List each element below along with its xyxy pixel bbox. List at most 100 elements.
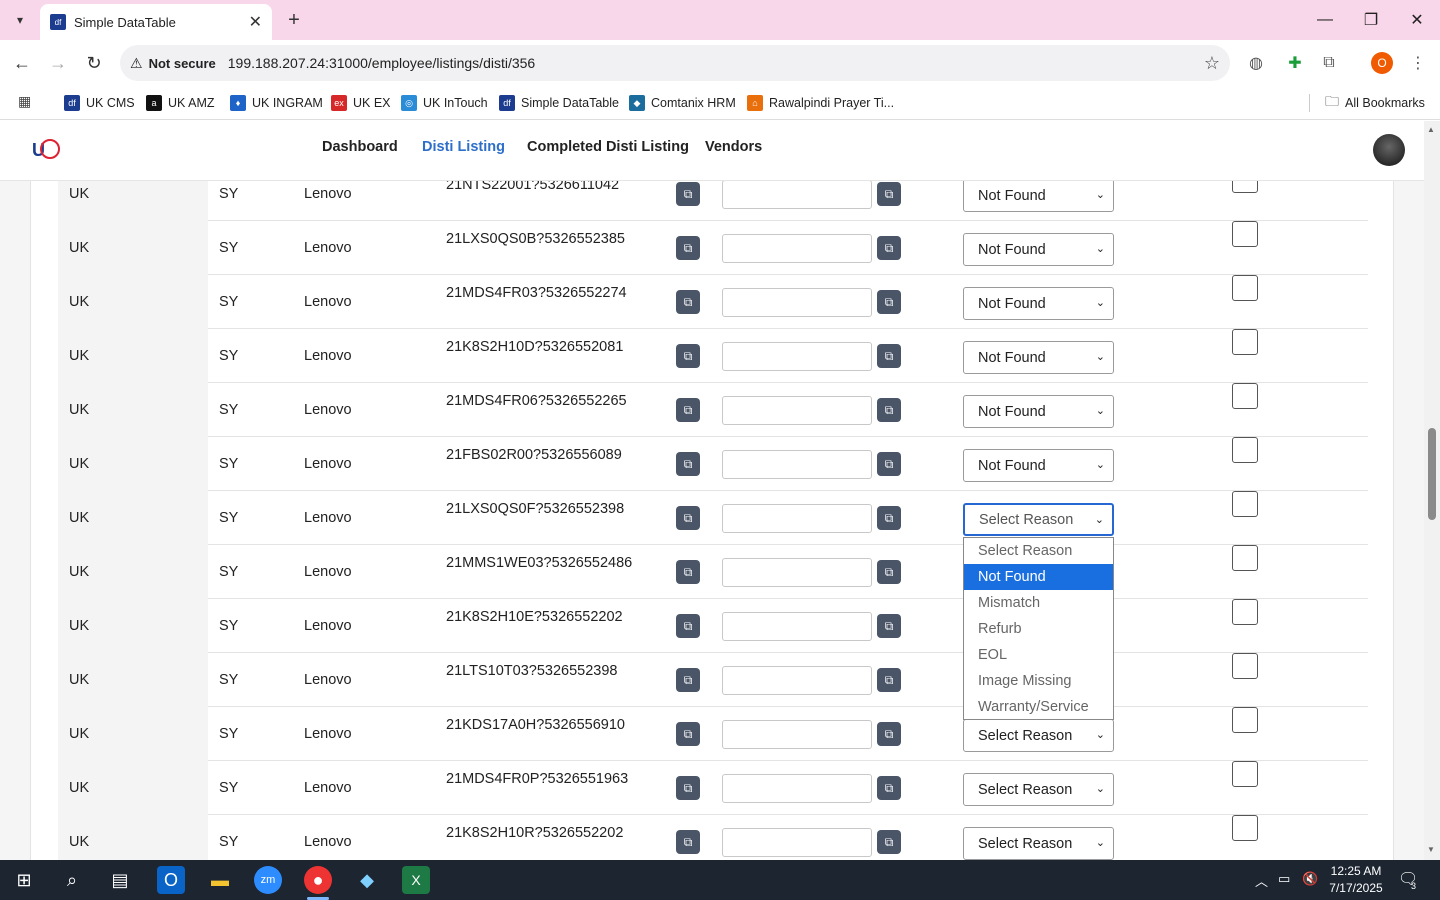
bookmark-uk-intouch[interactable]: ◎ UK InTouch [401,92,488,114]
value-input[interactable] [722,181,872,209]
reason-select[interactable]: Select Reason ⌄ [963,773,1114,806]
extension-plus-icon[interactable]: ✚ [1284,52,1306,74]
scroll-down-icon[interactable]: ▼ [1427,845,1435,854]
row-checkbox[interactable] [1232,221,1258,247]
copy-sku-icon[interactable]: ⧉ [676,398,700,422]
reason-select[interactable]: Not Found ⌄ [963,287,1114,320]
value-input[interactable] [722,666,872,695]
copy-sku-icon[interactable]: ⧉ [676,560,700,584]
reason-option[interactable]: Not Found [964,564,1113,590]
search-icon[interactable]: ⌕ [58,866,86,894]
bookmark-uk-ex[interactable]: ex UK EX [331,92,391,114]
paste-icon[interactable]: ⧉ [877,560,901,584]
paste-icon[interactable]: ⧉ [877,614,901,638]
reason-option[interactable]: Warranty/Service [964,694,1113,720]
bookmark-star-icon[interactable]: ☆ [1204,53,1220,74]
copy-sku-icon[interactable]: ⧉ [676,776,700,800]
address-bar[interactable]: ⚠ Not secure 199.188.207.24:31000/employ… [120,45,1230,81]
copy-sku-icon[interactable]: ⧉ [676,506,700,530]
restore-icon[interactable]: ❐ [1348,0,1394,40]
browser-menu-icon[interactable]: ⋮ [1407,52,1429,74]
copy-sku-icon[interactable]: ⧉ [676,182,700,206]
reason-select[interactable]: Select Reason ⌄ [963,719,1114,752]
paste-icon[interactable]: ⧉ [877,344,901,368]
value-input[interactable] [722,234,872,263]
row-checkbox[interactable] [1232,653,1258,679]
nav-completed-disti-listing[interactable]: Completed Disti Listing [527,139,689,155]
reload-icon[interactable]: ↻ [81,50,107,76]
forward-arrow-icon[interactable]: → [45,50,71,76]
tray-chevron-icon[interactable]: ︿ [1255,871,1268,890]
reason-select[interactable]: Not Found ⌄ [963,341,1114,374]
copy-sku-icon[interactable]: ⧉ [676,344,700,368]
reason-dropdown-list[interactable]: Select Reason Not Found Mismatch Refurb EOL I… [963,537,1114,720]
nav-disti-listing[interactable]: Disti Listing [422,139,505,155]
bookmark-simple-datatable[interactable]: df Simple DataTable [499,92,619,114]
copy-sku-icon[interactable]: ⧉ [676,290,700,314]
bookmark-comtanix-hrm[interactable]: ◆ Comtanix HRM [629,92,736,114]
row-checkbox[interactable] [1232,275,1258,301]
row-checkbox[interactable] [1232,761,1258,787]
zoom-icon[interactable]: zm [254,866,282,894]
paste-icon[interactable]: ⧉ [877,182,901,206]
outlook-icon[interactable]: O [157,866,185,894]
copy-sku-icon[interactable]: ⧉ [676,452,700,476]
reason-select[interactable]: Select Reason ⌄ [963,827,1114,860]
scrollbar-thumb[interactable] [1428,428,1436,520]
network-icon[interactable]: ▭ [1278,871,1290,887]
copy-sku-icon[interactable]: ⧉ [676,614,700,638]
reason-option[interactable]: EOL [964,642,1113,668]
value-input[interactable] [722,288,872,317]
paste-icon[interactable]: ⧉ [877,830,901,854]
app-diamond-icon[interactable]: ◆ [353,866,381,894]
bookmark-uk-ingram[interactable]: ♦ UK INGRAM [230,92,323,114]
url-text[interactable]: 199.188.207.24:31000/employee/listings/d… [228,55,1204,71]
copy-sku-icon[interactable]: ⧉ [676,830,700,854]
row-checkbox[interactable] [1232,491,1258,517]
paste-icon[interactable]: ⧉ [877,290,901,314]
reason-option[interactable]: Mismatch [964,590,1113,616]
paste-icon[interactable]: ⧉ [877,506,901,530]
bookmark-rawalpindi-prayer[interactable]: ⌂ Rawalpindi Prayer Ti... [747,92,894,114]
row-checkbox[interactable] [1232,329,1258,355]
apps-grid-icon[interactable]: ▦ [18,93,36,111]
paste-icon[interactable]: ⧉ [877,722,901,746]
row-checkbox[interactable] [1232,599,1258,625]
value-input[interactable] [722,774,872,803]
minimize-icon[interactable]: — [1302,0,1348,40]
value-input[interactable] [722,558,872,587]
value-input[interactable] [722,828,872,857]
nav-vendors[interactable]: Vendors [705,139,762,155]
taskbar-clock[interactable]: 12:25 AM 7/17/2025 [1326,863,1386,897]
row-checkbox[interactable] [1232,545,1258,571]
reason-option[interactable]: Image Missing [964,668,1113,694]
row-checkbox[interactable] [1232,815,1258,841]
user-avatar[interactable] [1373,134,1405,166]
tab-close-icon[interactable]: ✕ [249,12,262,32]
copy-sku-icon[interactable]: ⧉ [676,668,700,692]
row-checkbox[interactable] [1232,437,1258,463]
row-checkbox[interactable] [1232,181,1258,193]
extensions-puzzle-icon[interactable]: ⧉ [1318,52,1340,74]
value-input[interactable] [722,720,872,749]
chrome-icon[interactable]: ● [304,866,332,894]
translate-globe-icon[interactable]: ◍ [1245,52,1267,74]
paste-icon[interactable]: ⧉ [877,668,901,692]
value-input[interactable] [722,612,872,641]
not-secure-chip[interactable]: ⚠ Not secure [130,55,216,72]
paste-icon[interactable]: ⧉ [877,236,901,260]
reason-option[interactable]: Refurb [964,616,1113,642]
file-explorer-icon[interactable]: ▬ [206,866,234,894]
back-arrow-icon[interactable]: ← [9,50,35,76]
row-checkbox[interactable] [1232,383,1258,409]
value-input[interactable] [722,504,872,533]
paste-icon[interactable]: ⧉ [877,398,901,422]
value-input[interactable] [722,450,872,479]
nav-dashboard[interactable]: Dashboard [322,139,398,155]
paste-icon[interactable]: ⧉ [877,452,901,476]
reason-select[interactable]: Not Found ⌄ [963,233,1114,266]
copy-sku-icon[interactable]: ⧉ [676,722,700,746]
bookmark-uk-cms[interactable]: df UK CMS [64,92,135,114]
row-checkbox[interactable] [1232,707,1258,733]
reason-option[interactable]: Select Reason [964,538,1113,564]
